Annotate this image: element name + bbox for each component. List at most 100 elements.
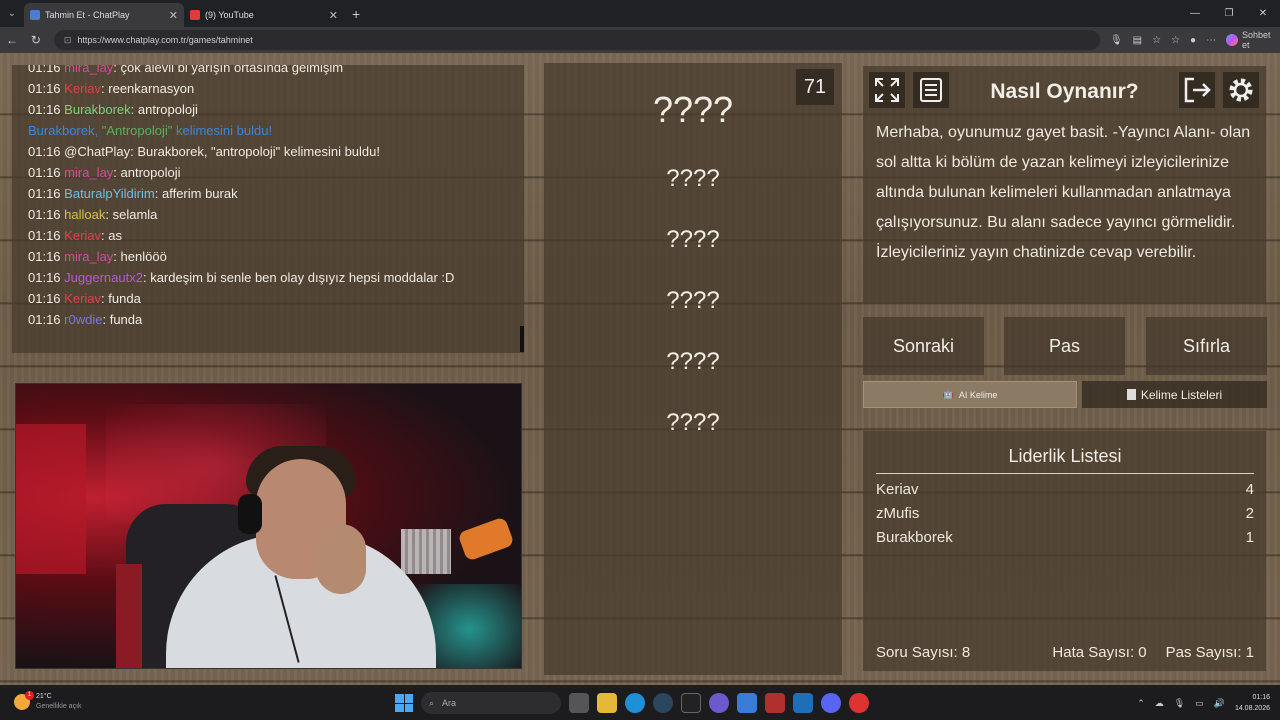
vscode-icon[interactable] <box>793 693 813 713</box>
tab-youtube[interactable]: (9) YouTube ✕ <box>184 3 344 27</box>
steam-icon[interactable] <box>653 693 673 713</box>
reader-icon[interactable]: ▤ <box>1133 35 1142 46</box>
player-name: Burakborek <box>876 529 953 546</box>
message-username[interactable]: Juggernautx2 <box>64 270 143 285</box>
message-username[interactable]: @ChatPlay <box>64 144 130 159</box>
pass-count: Pas Sayısı: 1 <box>1165 644 1254 661</box>
weather-sun-icon: 1 <box>14 691 34 710</box>
ai-word-tab[interactable]: 🤖 AI Kelime <box>863 381 1077 408</box>
pass-button[interactable]: Pas <box>1004 317 1125 375</box>
message-username[interactable]: mira_lay <box>64 249 113 264</box>
site-info-icon[interactable]: ⊡ <box>64 35 72 46</box>
message-username[interactable]: mira_lay <box>64 65 113 75</box>
start-icon[interactable] <box>395 694 413 712</box>
chat-panel: 01:16 mira_lay: çok alevli bi yarışın or… <box>12 65 524 353</box>
next-button[interactable]: Sonraki <box>863 317 984 375</box>
message-username[interactable]: BaturalpYildirim <box>64 186 155 201</box>
discord-icon[interactable] <box>821 693 841 713</box>
chat-message: 01:16 BaturalpYildirim: afferim burak <box>28 186 238 201</box>
clock[interactable]: 01:16 14.08.2026 <box>1235 692 1270 714</box>
weather-temp: 21°C <box>36 693 52 700</box>
message-text: funda <box>109 312 143 327</box>
edge-icon[interactable] <box>625 693 645 713</box>
message-text: antropoloji <box>120 165 181 180</box>
message-time: 01:16 <box>28 207 61 222</box>
words-panel: 71 ???? ???? ???? ???? ???? ???? <box>544 63 842 675</box>
message-text: çok alevli bi yarışın ortasında gelmişim <box>120 65 344 75</box>
ai-word-label: AI Kelime <box>958 389 998 400</box>
favorite-star-icon[interactable]: ☆ <box>1152 35 1161 46</box>
reload-icon[interactable]: ↻ <box>24 33 48 47</box>
leaderboard-row: zMufis 2 <box>876 505 1254 522</box>
message-text: selamla <box>112 207 158 222</box>
windows-taskbar: 1 21°C Genellikle açık ⌕ Ara ⌃ ☁ 🎙 ▭ 🔊 0… <box>0 688 1280 720</box>
leaderboard-panel: Liderlik Listesi Keriav 4 zMufis 2 Burak… <box>863 431 1266 671</box>
player-score: 2 <box>1245 505 1254 522</box>
message-text: Burakborek, "antropoloji" kelimesini bul… <box>137 144 380 159</box>
message-text: antropoloji <box>137 102 198 117</box>
message-time: 01:16 <box>28 270 61 285</box>
tray-overflow-icon[interactable]: ⌃ <box>1137 698 1145 709</box>
search-placeholder: Ara <box>442 698 457 708</box>
mic-icon[interactable]: 🎙 <box>1110 35 1123 46</box>
more-menu-icon[interactable]: ⋯ <box>1206 35 1216 46</box>
tab-list-menu-button[interactable]: ⌄ <box>0 0 24 27</box>
search-icon: ⌕ <box>429 697 435 708</box>
close-window-icon[interactable]: ✕ <box>1246 0 1280 27</box>
message-username[interactable]: Burakborek <box>64 102 130 117</box>
volume-icon[interactable]: 🔊 <box>1214 698 1225 709</box>
terminal-icon[interactable] <box>681 693 701 713</box>
url-bar[interactable]: ⊡ https://www.chatplay.com.tr/games/tahm… <box>53 30 1100 50</box>
message-username[interactable]: halloak <box>64 207 105 222</box>
copilot-chat-button[interactable]: Sohbet et <box>1226 30 1280 50</box>
back-arrow-icon[interactable]: ← <box>0 33 24 47</box>
collections-icon[interactable]: ☆ <box>1171 35 1180 46</box>
mic-tray-icon[interactable]: 🎙 <box>1174 698 1185 709</box>
profile-avatar-icon[interactable]: ● <box>1190 35 1196 46</box>
message-username[interactable]: Keriav <box>64 228 101 243</box>
message-text: kardeşim bi senle ben olay dışıyız hepsi… <box>150 270 455 285</box>
notepad-icon[interactable] <box>737 693 757 713</box>
message-time: 01:16 <box>28 249 61 264</box>
game-stats: Soru Sayısı: 8 Hata Sayısı: 0 Pas Sayısı… <box>876 644 1254 661</box>
tab-chatplay[interactable]: Tahmin Et - ChatPlay ✕ <box>24 3 184 27</box>
robot-icon: 🤖 <box>942 389 954 399</box>
taskbar-search[interactable]: ⌕ Ara <box>421 692 561 714</box>
chat-notice: Burakborek, "Antropoloji" kelimesini bul… <box>28 120 508 141</box>
taskbar-apps: ⌕ Ara <box>395 692 869 714</box>
close-tab-icon[interactable]: ✕ <box>329 9 338 22</box>
restore-icon[interactable]: ❐ <box>1212 0 1246 27</box>
player-score: 1 <box>1245 529 1254 546</box>
obs-icon[interactable] <box>709 693 729 713</box>
clock-date: 14.08.2026 <box>1234 705 1270 712</box>
system-tray: ⌃ ☁ 🎙 ▭ 🔊 01:16 14.08.2026 <box>1137 692 1270 714</box>
new-tab-button[interactable]: + <box>352 6 360 22</box>
chat-scrollbar[interactable] <box>520 326 524 352</box>
chat-message: 01:16 Burakborek: antropoloji <box>28 102 198 117</box>
task-view-icon[interactable] <box>569 693 589 713</box>
reset-button[interactable]: Sıfırla <box>1146 317 1267 375</box>
close-tab-icon[interactable]: ✕ <box>169 9 178 22</box>
message-username[interactable]: r0wdie <box>64 312 102 327</box>
message-username[interactable]: Keriav <box>64 81 101 96</box>
tab-title: (9) YouTube <box>205 10 254 20</box>
browser-tab-bar: ⌄ Tahmin Et - ChatPlay ✕ (9) YouTube ✕ +… <box>0 0 1280 27</box>
minimize-icon[interactable]: — <box>1178 0 1212 27</box>
shield-app-icon[interactable] <box>765 693 785 713</box>
settings-gear-icon[interactable] <box>1223 72 1259 108</box>
file-explorer-icon[interactable] <box>597 693 617 713</box>
hidden-taboo-word: ???? <box>666 165 720 192</box>
message-username[interactable]: mira_lay <box>64 165 113 180</box>
word-lists-tab[interactable]: Kelime Listeleri <box>1082 381 1267 408</box>
exit-icon[interactable] <box>1179 72 1215 108</box>
network-icon[interactable]: ▭ <box>1195 698 1204 709</box>
message-time: 01:16 <box>28 102 61 117</box>
how-to-play-panel: Nasıl Oynanır? Merhaba, oyunumuz gayet b… <box>863 66 1266 303</box>
weather-widget[interactable]: 1 21°C Genellikle açık <box>14 691 82 712</box>
leaderboard-row: Keriav 4 <box>876 481 1254 498</box>
chrome-icon[interactable] <box>849 693 869 713</box>
onedrive-icon[interactable]: ☁ <box>1155 698 1164 709</box>
player-score: 4 <box>1245 481 1254 498</box>
message-username[interactable]: Keriav <box>64 291 101 306</box>
message-text: afferim burak <box>161 186 238 201</box>
